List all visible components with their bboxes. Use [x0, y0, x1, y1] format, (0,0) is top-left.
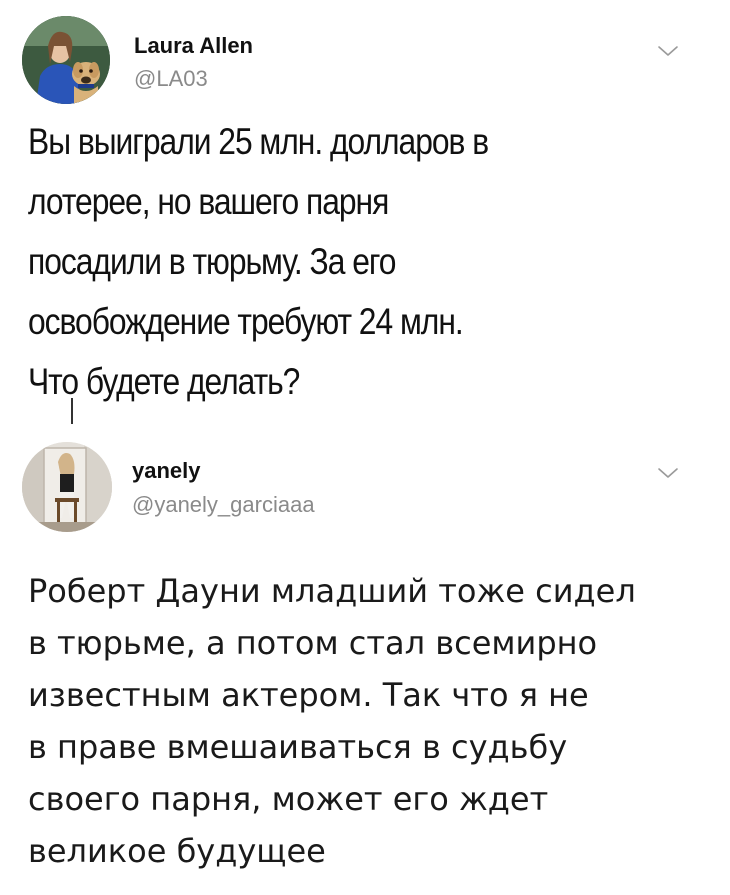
avatar-photo-icon [22, 442, 112, 532]
display-name[interactable]: yanely [132, 458, 201, 484]
tweet-text: Вы выиграли 25 млн. долларов в лотерее, … [28, 121, 489, 402]
avatar-photo-icon [22, 16, 110, 104]
tweet-reply: yanely @yanely_garciaaa Роберт Дауни мла… [0, 430, 730, 895]
tweet-original: Laura Allen @LA03 Вы выиграли 25 млн. до… [0, 0, 730, 402]
thread-connector [71, 398, 73, 424]
tweet-text: Роберт Дауни младший тоже сидел в тюрьме… [28, 572, 636, 870]
display-name[interactable]: Laura Allen [134, 33, 253, 59]
chevron-down-icon[interactable] [657, 466, 679, 480]
user-handle[interactable]: @yanely_garciaaa [132, 492, 315, 518]
avatar[interactable] [22, 16, 110, 104]
avatar[interactable] [22, 442, 112, 532]
chevron-down-icon[interactable] [657, 44, 679, 58]
user-handle[interactable]: @LA03 [134, 66, 208, 92]
